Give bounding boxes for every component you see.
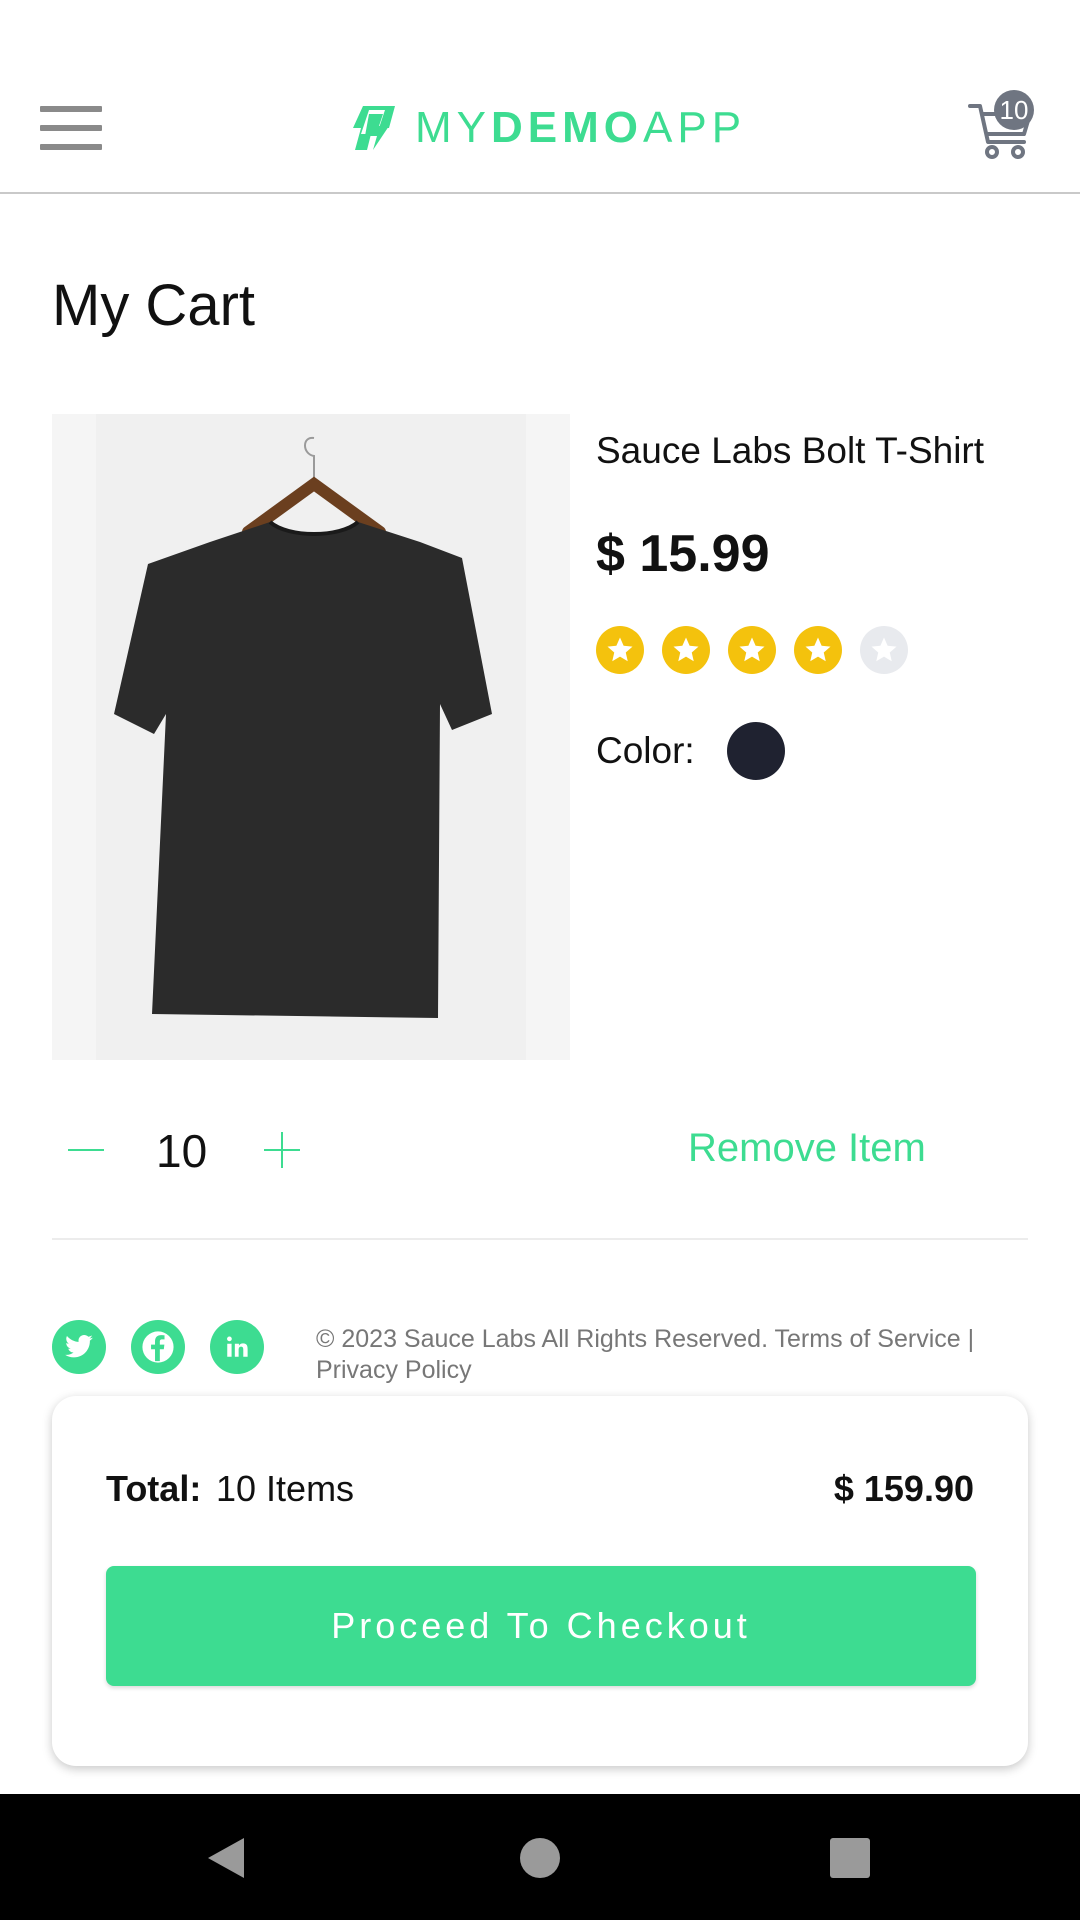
bolt-logo-icon: [353, 106, 395, 150]
product-name[interactable]: Sauce Labs Bolt T-Shirt: [596, 430, 984, 472]
total-items-count: 10 Items: [216, 1468, 355, 1509]
minus-icon[interactable]: [66, 1130, 106, 1170]
page-title: My Cart: [52, 273, 255, 338]
total-price: $ 159.90: [833, 1468, 974, 1509]
quantity-value: 10: [156, 1125, 208, 1177]
proceed-to-checkout-button[interactable]: Proceed To Checkout: [106, 1566, 976, 1686]
star-icon-filled[interactable]: [662, 626, 710, 674]
linkedin-icon[interactable]: [210, 1320, 264, 1374]
logo-text: MYDEMOAPP: [415, 103, 746, 153]
star-icon-filled[interactable]: [596, 626, 644, 674]
star-icon-filled[interactable]: [728, 626, 776, 674]
plus-icon[interactable]: [262, 1130, 302, 1170]
twitter-icon[interactable]: [52, 1320, 106, 1374]
app-logo: MYDEMOAPP: [349, 100, 746, 156]
app-header: MYDEMOAPP 10: [0, 0, 1080, 194]
cart-summary-card: Total: 10 Items $ 159.90 Proceed To Chec…: [52, 1396, 1028, 1766]
cart-count-badge: 10: [994, 90, 1034, 130]
recents-icon[interactable]: [830, 1838, 870, 1878]
logo-text-my: MY: [415, 103, 491, 152]
star-icon-empty[interactable]: [860, 626, 908, 674]
footer-copyright: © 2023 Sauce Labs All Rights Reserved. T…: [316, 1325, 975, 1384]
logo-text-demo: DEMO: [491, 103, 643, 152]
total-label: Total:: [106, 1468, 202, 1509]
remove-item-button[interactable]: Remove Item: [688, 1126, 926, 1171]
color-label: Color:: [596, 730, 695, 771]
hamburger-menu-icon[interactable]: [40, 106, 102, 150]
t-shirt-image: [96, 414, 526, 1060]
back-icon[interactable]: [204, 1834, 248, 1882]
facebook-icon[interactable]: [131, 1320, 185, 1374]
system-navigation-bar: [0, 1794, 1080, 1920]
product-image[interactable]: [52, 414, 570, 1060]
color-row: Color:: [596, 722, 785, 780]
star-icon-filled[interactable]: [794, 626, 842, 674]
divider: [52, 1238, 1028, 1240]
color-swatch[interactable]: [726, 722, 785, 780]
logo-text-app: APP: [643, 103, 747, 152]
home-icon[interactable]: [520, 1838, 560, 1878]
product-price: $ 15.99: [596, 525, 770, 583]
star-rating: [596, 626, 926, 674]
